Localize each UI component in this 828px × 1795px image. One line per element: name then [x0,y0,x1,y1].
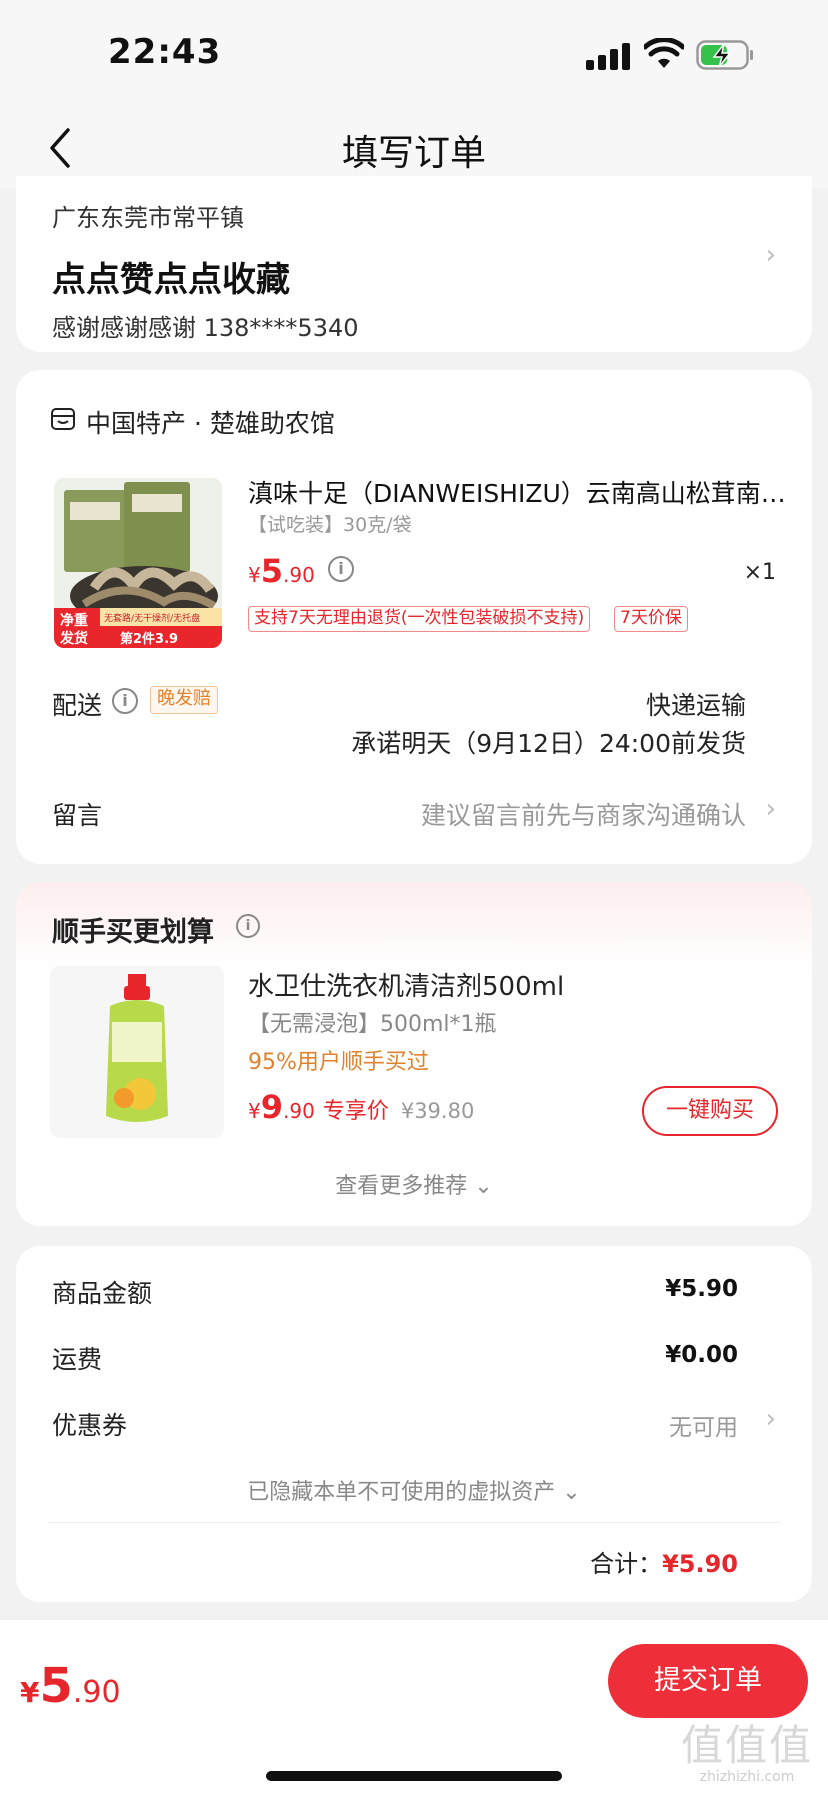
watermark-symbol: 值值值 [680,1721,813,1770]
recommend-social-proof: 95%用户顺手买过 [248,1050,429,1075]
coupon-value[interactable]: 无可用 [669,1408,738,1442]
recommend-spec: 【无需浸泡】500ml*1瓶 [248,1012,497,1037]
freight-label: 运费 [52,1345,103,1374]
img-badge-top: 无套路/无干燥剂/无托盘 [104,612,200,624]
store-icon [51,408,75,430]
home-indicator [266,1771,562,1781]
status-bar: 22:43 [0,0,828,110]
address-detail: 点点赞点点收藏 [52,260,290,300]
bottom-total-price: ¥5.90 [20,1658,121,1714]
page-title: 填写订单 [341,133,486,174]
goods-amount-label: 商品金额 [52,1279,153,1308]
return-policy-tag: 支持7天无理由退货(一次性包装破损不支持) [248,606,591,632]
status-time: 22:43 [108,32,222,72]
address-contact: 感谢感谢感谢 138****5340 [52,314,359,342]
order-card: 中国特产 · 楚雄助农馆 净重 发货 无套路/无干燥剂/无托盘 第2件3.9 滇… [16,370,812,864]
recommend-info-icon[interactable]: i [236,914,260,938]
late-ship-badge: 晚发赔 [150,686,218,714]
one-click-buy-button[interactable]: 一键购买 [642,1086,778,1136]
img-badge-left-1: 净重 [60,612,88,629]
chevron-right-icon: › [765,794,776,824]
address-region: 广东东莞市常平镇 [52,204,244,232]
product-title[interactable]: 滇味十足（DIANWEISHIZU）云南高山松茸南… [248,474,788,510]
img-badge-left-2: 发货 [59,630,88,647]
bottom-bar: ¥5.90 提交订单 值值值 zhizhizhi.com [0,1620,828,1795]
chevron-right-icon: › [765,240,776,270]
delivery-info-icon[interactable]: i [112,688,138,714]
hidden-assets-toggle[interactable]: 已隐藏本单不可使用的虚拟资产 ⌄ [16,1474,812,1506]
order-total: 合计：¥5.90 [590,1550,738,1578]
recommend-card: 顺手买更划算 i 水卫仕洗衣机清洁剂500ml 【无需浸泡】500ml*1瓶 9… [16,882,812,1226]
more-recommend-link[interactable]: 查看更多推荐 ⌄ [16,1168,812,1200]
submit-order-button[interactable]: 提交订单 [608,1644,808,1718]
freight-value: ¥0.00 [665,1342,738,1368]
wifi-icon [644,38,684,68]
recommend-name[interactable]: 水卫仕洗衣机清洁剂500ml [248,966,564,1003]
recommend-price: ¥9.90 专享价 ¥39.80 [248,1088,475,1126]
battery-charging-icon [696,40,753,70]
product-spec: 【试吃装】30克/袋 [248,514,412,536]
address-card[interactable]: 广东东莞市常平镇 点点赞点点收藏 感谢感谢感谢 138****5340 › [16,176,812,352]
recommend-image[interactable] [50,966,224,1138]
watermark: 值值值 zhizhizhi.com [676,1712,818,1785]
recommend-title: 顺手买更划算 [52,917,214,948]
product-price: ¥5.90 [248,552,315,590]
product-image[interactable]: 净重 发货 无套路/无干燥剂/无托盘 第2件3.9 [54,478,222,648]
summary-card: 商品金额 ¥5.90 运费 ¥0.00 优惠券 无可用 › 已隐藏本单不可使用的… [16,1246,812,1602]
signal-icon [586,42,632,70]
product-quantity: ×1 [743,560,776,585]
chevron-right-icon: › [765,1404,776,1434]
price-protect-tag: 7天价保 [614,606,688,632]
coupon-label: 优惠券 [52,1411,128,1440]
delivery-label: 配送 [52,691,103,720]
note-label: 留言 [52,801,103,830]
ship-method: 快递运输 [645,691,746,720]
goods-amount-value: ¥5.90 [665,1276,738,1302]
ship-promise: 承诺明天（9月12日）24:00前发货 [351,729,746,758]
note-input[interactable]: 建议留言前先与商家沟通确认 [421,796,746,832]
store-name[interactable]: 中国特产 · 楚雄助农馆 [86,404,335,440]
img-badge-bottom: 第2件3.9 [120,631,178,647]
price-info-icon[interactable]: i [328,556,354,582]
divider [48,1522,780,1523]
